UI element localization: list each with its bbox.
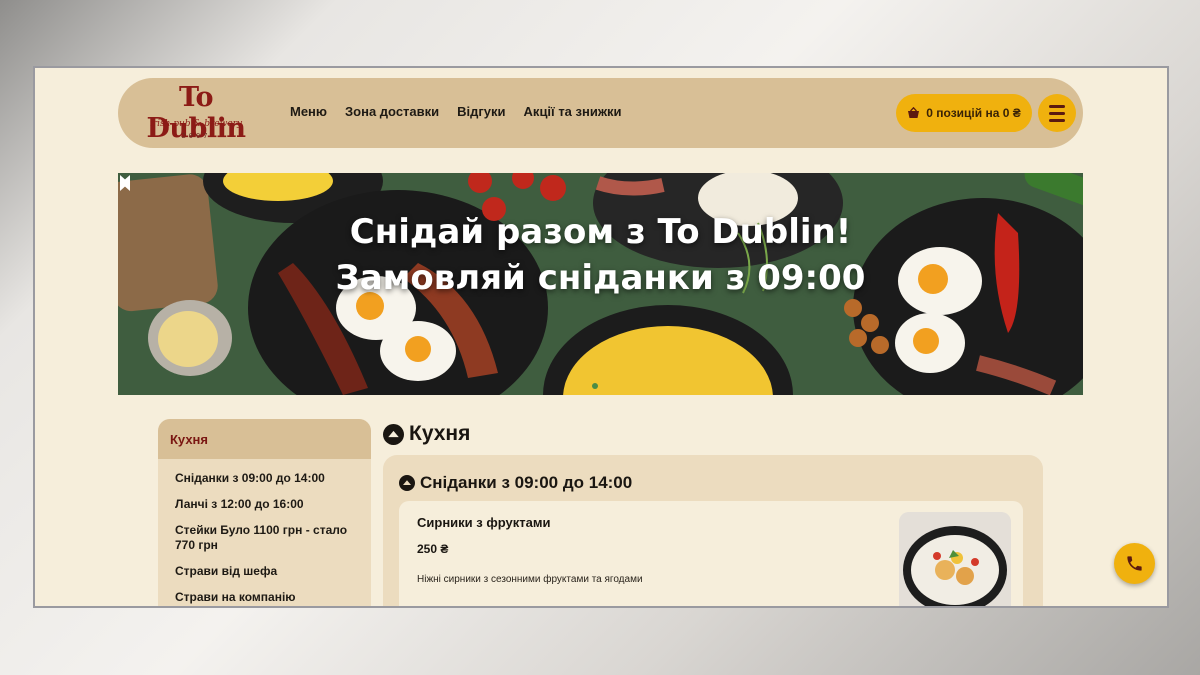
- cart-button[interactable]: 0 позицій на 0 ₴: [896, 94, 1032, 132]
- sidebar-list: Сніданки з 09:00 до 14:00 Ланчі з 12:00 …: [158, 459, 371, 605]
- hamburger-icon: [1049, 105, 1065, 108]
- hamburger-icon-bar: [1049, 112, 1065, 115]
- banner-headline: Снідай разом з To Dublin! Замовляй сніда…: [118, 209, 1083, 301]
- nav-promotions[interactable]: Акції та знижки: [524, 104, 622, 119]
- logo-year: 2007: [181, 132, 211, 140]
- sidebar-item-chef-dishes[interactable]: Страви від шефа: [175, 564, 354, 579]
- cart-label: 0 позицій на 0 ₴: [926, 106, 1021, 120]
- section-title: Сніданки з 09:00 до 14:00: [399, 473, 632, 493]
- basket-icon: [908, 107, 920, 118]
- logo[interactable]: To Dublin irish pub & brewery 2007: [126, 82, 266, 144]
- section-title-text: Сніданки з 09:00 до 14:00: [420, 473, 633, 492]
- nav-reviews[interactable]: Відгуки: [457, 104, 505, 119]
- nav-delivery-zone[interactable]: Зона доставки: [345, 104, 439, 119]
- menu-item-image[interactable]: [899, 512, 1011, 606]
- site-header: To Dublin irish pub & brewery 2007 Меню …: [118, 78, 1083, 148]
- logo-subtitle: irish pub & brewery: [149, 119, 243, 129]
- hero-banner[interactable]: Снідай разом з To Dublin! Замовляй сніда…: [118, 173, 1083, 395]
- nav-menu[interactable]: Меню: [290, 104, 327, 119]
- collapse-arrow-icon[interactable]: [383, 423, 404, 445]
- menu-item-name[interactable]: Сирники з фруктами: [417, 515, 550, 530]
- call-button[interactable]: [1114, 543, 1155, 584]
- hamburger-menu-button[interactable]: [1038, 94, 1076, 132]
- menu-item-card[interactable]: Сирники з фруктами 250 ₴ Ніжні сирники з…: [399, 501, 1023, 606]
- menu-item-description: Ніжні сирники з сезонними фруктами та яг…: [417, 574, 643, 585]
- sidebar-item-group-dishes[interactable]: Страви на компанію: [175, 590, 354, 605]
- page-title: Кухня: [383, 422, 470, 446]
- page-title-text: Кухня: [409, 422, 471, 445]
- menu-section: Сніданки з 09:00 до 14:00 Сирники з фрук…: [383, 455, 1043, 606]
- sidebar-item-breakfasts[interactable]: Сніданки з 09:00 до 14:00: [175, 471, 354, 486]
- phone-icon: [1127, 556, 1142, 571]
- sidebar-title[interactable]: Кухня: [158, 419, 371, 459]
- menu-item-price: 250 ₴: [417, 542, 449, 556]
- dish-photo: [899, 512, 1011, 606]
- main-nav: Меню Зона доставки Відгуки Акції та зниж…: [290, 104, 622, 119]
- sidebar-item-steaks[interactable]: Стейки Було 1100 грн - стало 770 грн: [175, 523, 354, 553]
- collapse-arrow-icon[interactable]: [399, 475, 415, 491]
- carousel-indicator[interactable]: [592, 383, 598, 389]
- sidebar-item-lunches[interactable]: Ланчі з 12:00 до 16:00: [175, 497, 354, 512]
- category-sidebar: Кухня Сніданки з 09:00 до 14:00 Ланчі з …: [158, 419, 371, 606]
- carousel-next-icon[interactable]: [118, 173, 132, 193]
- banner-line-1: Снідай разом з To Dublin!: [349, 212, 852, 252]
- browser-viewport: To Dublin irish pub & brewery 2007 Меню …: [33, 66, 1169, 608]
- hamburger-icon-bar: [1049, 119, 1065, 122]
- banner-line-2: Замовляй сніданки з 09:00: [335, 258, 866, 298]
